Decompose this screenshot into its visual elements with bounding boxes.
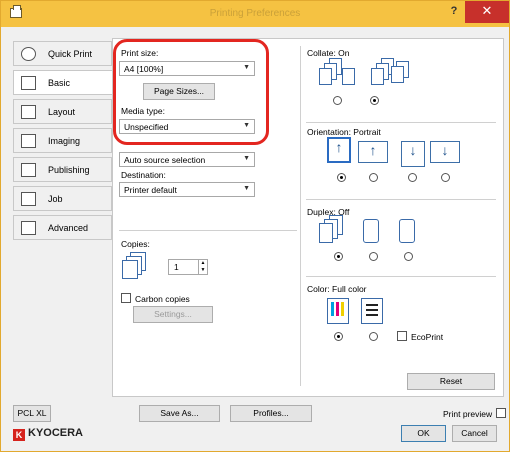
full-color-radio[interactable] bbox=[334, 332, 343, 341]
destination-select[interactable]: Printer default ▼ bbox=[119, 182, 255, 197]
portrait-rotated-orientation-button[interactable]: ↓ bbox=[401, 141, 425, 167]
color-label: Color: Full color bbox=[307, 284, 367, 294]
print-preview-label: Print preview bbox=[443, 409, 493, 419]
tab-label: Advanced bbox=[48, 223, 89, 233]
carbon-copies-checkbox[interactable] bbox=[121, 293, 131, 303]
kyocera-logo: K KYOCERA bbox=[13, 427, 83, 441]
paper-source-value: Auto source selection bbox=[124, 155, 206, 165]
paper-source-select[interactable]: Auto source selection ▼ bbox=[119, 152, 255, 167]
portrait-orientation-button[interactable]: ↑ bbox=[327, 137, 351, 163]
landscape-rotated-orientation-button[interactable]: ↓ bbox=[430, 141, 460, 163]
tab-publishing[interactable]: Publishing bbox=[13, 157, 112, 182]
duplex-long-edge-radio[interactable] bbox=[369, 252, 378, 261]
close-button[interactable]: ✕ bbox=[465, 1, 509, 23]
tab-quick-print[interactable]: Quick Print bbox=[13, 41, 112, 66]
destination-value: Printer default bbox=[124, 185, 177, 195]
destination-label: Destination: bbox=[121, 170, 166, 180]
collate-off-radio[interactable] bbox=[333, 96, 342, 105]
ok-button[interactable]: OK bbox=[401, 425, 446, 442]
tab-label: Publishing bbox=[48, 165, 90, 175]
carbon-copies-label: Carbon copies bbox=[135, 294, 190, 304]
collate-label: Collate: On bbox=[307, 48, 350, 58]
carbon-settings-button[interactable]: Settings... bbox=[133, 306, 213, 323]
pcl-xl-button[interactable]: PCL XL bbox=[13, 405, 51, 422]
tab-imaging[interactable]: Imaging bbox=[13, 128, 112, 153]
reset-button[interactable]: Reset bbox=[407, 373, 495, 390]
full-color-icon bbox=[327, 298, 349, 324]
tab-label: Basic bbox=[48, 78, 71, 88]
ecoprint-label: EcoPrint bbox=[411, 332, 444, 342]
panel-divider bbox=[300, 46, 301, 386]
orientation-portrait-radio[interactable] bbox=[337, 173, 346, 182]
orientation-landscape-rotated-radio[interactable] bbox=[441, 173, 450, 182]
duplex-off-radio[interactable] bbox=[334, 252, 343, 261]
copies-stepper[interactable]: 1 ▲ ▼ bbox=[168, 259, 208, 275]
tab-label: Job bbox=[48, 194, 63, 204]
kyocera-mark-icon: K bbox=[13, 429, 25, 441]
ecoprint-checkbox[interactable] bbox=[397, 331, 407, 341]
tab-job[interactable]: Job bbox=[13, 186, 112, 211]
duplex-short-edge-radio[interactable] bbox=[404, 252, 413, 261]
section-divider bbox=[306, 276, 496, 277]
tab-label: Quick Print bbox=[48, 49, 93, 59]
help-button[interactable]: ? bbox=[446, 5, 462, 21]
save-as-button[interactable]: Save As... bbox=[139, 405, 220, 422]
landscape-orientation-button[interactable]: ↑ bbox=[358, 141, 388, 163]
collate-on-radio[interactable] bbox=[370, 96, 379, 105]
tab-layout[interactable]: Layout bbox=[13, 99, 112, 124]
copies-label: Copies: bbox=[121, 239, 150, 249]
section-divider bbox=[306, 122, 496, 123]
orientation-portrait-rotated-radio[interactable] bbox=[408, 173, 417, 182]
title-bar: Printing Preferences ? ✕ bbox=[1, 1, 509, 27]
copies-value: 1 bbox=[174, 262, 179, 272]
tab-label: Layout bbox=[48, 107, 76, 117]
tab-label: Imaging bbox=[48, 136, 81, 146]
section-divider bbox=[119, 230, 297, 231]
publishing-icon bbox=[21, 163, 36, 177]
imaging-icon bbox=[21, 134, 36, 148]
job-icon bbox=[21, 192, 36, 206]
cancel-button[interactable]: Cancel bbox=[452, 425, 497, 442]
decrement-icon[interactable]: ▼ bbox=[198, 267, 207, 274]
highlight-callout bbox=[113, 39, 269, 145]
black-white-icon bbox=[361, 298, 383, 324]
basic-icon bbox=[21, 76, 36, 90]
chevron-down-icon: ▼ bbox=[243, 185, 250, 192]
layout-icon bbox=[21, 105, 36, 119]
printing-preferences-window: Printing Preferences ? ✕ Quick Print Bas… bbox=[0, 0, 510, 452]
section-divider bbox=[306, 199, 496, 200]
tab-basic[interactable]: Basic bbox=[13, 70, 116, 95]
quick-print-icon bbox=[21, 47, 36, 61]
window-title: Printing Preferences bbox=[209, 8, 301, 19]
chevron-down-icon: ▼ bbox=[243, 155, 250, 162]
profiles-button[interactable]: Profiles... bbox=[230, 405, 312, 422]
print-preview-checkbox[interactable] bbox=[496, 408, 506, 418]
orientation-landscape-radio[interactable] bbox=[369, 173, 378, 182]
advanced-icon bbox=[21, 221, 36, 235]
increment-icon[interactable]: ▲ bbox=[198, 260, 207, 267]
black-white-radio[interactable] bbox=[369, 332, 378, 341]
brand-name: KYOCERA bbox=[28, 427, 84, 439]
orientation-label: Orientation: Portrait bbox=[307, 127, 381, 137]
tab-advanced[interactable]: Advanced bbox=[13, 215, 112, 240]
